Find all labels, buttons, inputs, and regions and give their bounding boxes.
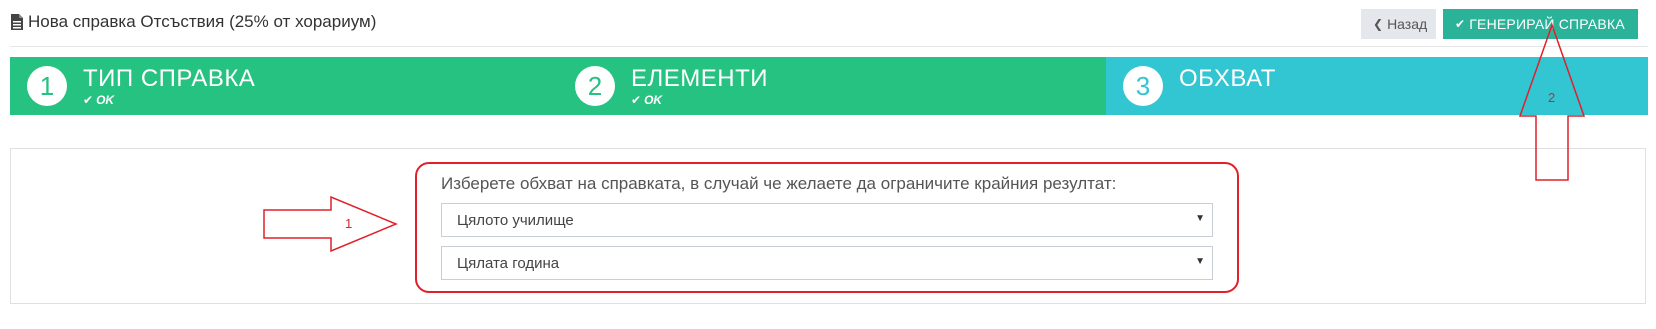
annotation-label-1: 1 — [345, 216, 353, 231]
annotation-arrow-right — [263, 195, 398, 253]
annotation-label-2: 2 — [1548, 90, 1556, 105]
annotation-overlay — [263, 22, 1586, 253]
